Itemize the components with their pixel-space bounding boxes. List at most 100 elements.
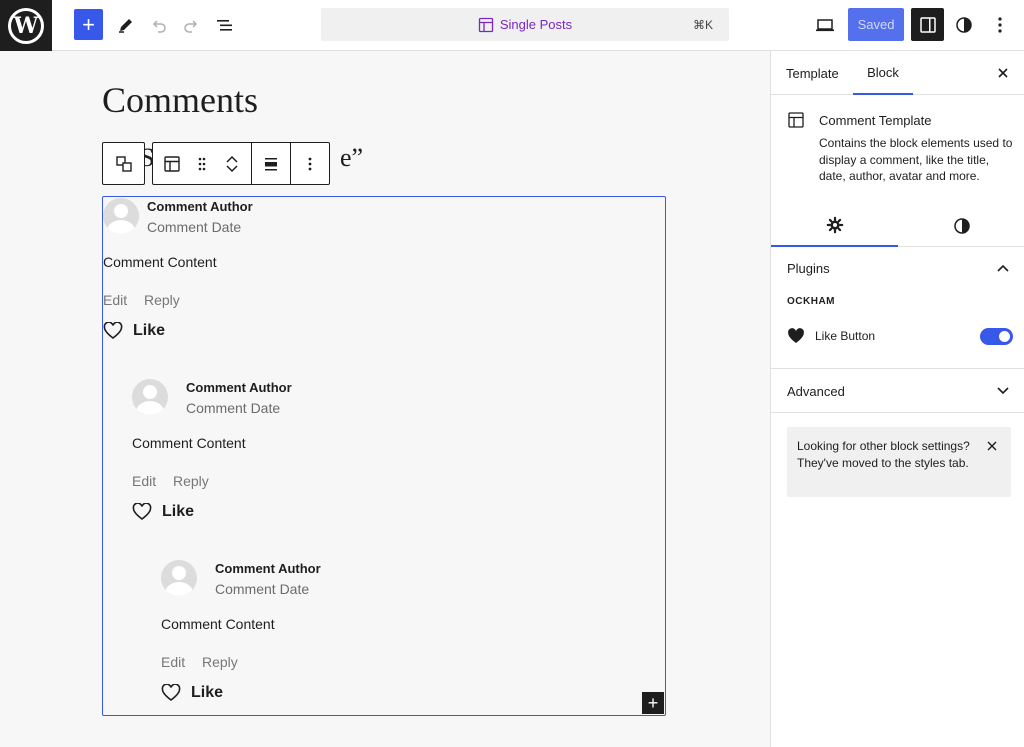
chevron-down-icon[interactable] <box>995 383 1011 399</box>
editor-canvas[interactable]: Comments S e” Comment Author Comment Dat… <box>0 51 770 747</box>
comment-date[interactable]: Comment Date <box>186 400 280 416</box>
avatar <box>161 560 197 596</box>
layout-icon <box>164 155 180 172</box>
like-button[interactable]: Like <box>103 322 165 340</box>
like-button-setting-label: Like Button <box>815 329 876 343</box>
wordpress-logo-icon: W <box>8 7 44 44</box>
notice-text: Looking for other block settings? They'v… <box>797 439 970 470</box>
comment-item: Comment Author Comment Date Comment Cont… <box>132 379 652 529</box>
comment-date[interactable]: Comment Date <box>147 219 241 235</box>
heart-outline-icon <box>132 503 152 521</box>
move-down-icon[interactable] <box>225 164 239 174</box>
block-options-button[interactable] <box>299 149 321 179</box>
list-view-button[interactable] <box>211 9 239 40</box>
comment-item: Comment Author Comment Date Comment Cont… <box>161 560 641 710</box>
block-toolbar-group-align <box>252 143 291 184</box>
options-menu-button[interactable] <box>986 9 1014 40</box>
document-title-command-bar[interactable]: Single Posts ⌘K <box>321 8 729 41</box>
preview-button[interactable] <box>811 9 839 40</box>
plugins-panel-title[interactable]: Plugins <box>787 261 830 276</box>
comments-heading[interactable]: Comments <box>102 79 258 121</box>
tab-template[interactable]: Template <box>786 51 839 95</box>
undo-button[interactable] <box>145 9 173 40</box>
avatar <box>103 198 139 234</box>
comments-title-right: e” <box>340 143 364 172</box>
plus-icon: + <box>647 693 659 713</box>
chevron-up-icon[interactable] <box>995 260 1011 276</box>
sidebar-toggle-icon <box>919 16 936 33</box>
block-toolbar <box>102 142 330 185</box>
layout-icon <box>787 111 805 134</box>
comment-edit-link[interactable]: Edit <box>103 292 127 308</box>
like-button[interactable]: Like <box>161 684 223 702</box>
block-toolbar-group-options <box>291 143 329 184</box>
settings-sidebar-toggle[interactable] <box>911 8 944 41</box>
comment-author[interactable]: Comment Author <box>186 380 292 395</box>
block-type-button[interactable] <box>161 149 183 179</box>
comment-edit-link[interactable]: Edit <box>161 654 185 670</box>
block-movers <box>221 149 243 179</box>
tools-button[interactable] <box>112 9 140 40</box>
undo-icon <box>152 19 166 33</box>
comment-content[interactable]: Comment Content <box>132 435 246 451</box>
comment-item: Comment Author Comment Date Comment Cont… <box>103 198 663 348</box>
like-button-toggle[interactable] <box>980 328 1013 345</box>
comment-date[interactable]: Comment Date <box>215 581 309 597</box>
like-label: Like <box>162 503 195 520</box>
close-sidebar-button[interactable] <box>993 63 1013 83</box>
comment-author[interactable]: Comment Author <box>215 561 321 576</box>
block-card-title: Comment Template <box>819 113 932 128</box>
comment-reply-link[interactable]: Reply <box>173 473 209 489</box>
inspector-tabs <box>771 205 1024 247</box>
redo-button[interactable] <box>177 9 205 40</box>
advanced-panel-title[interactable]: Advanced <box>787 384 845 399</box>
desktop-preview-icon <box>816 18 834 31</box>
styles-moved-notice: Looking for other block settings? They'v… <box>787 427 1011 497</box>
dismiss-notice-button[interactable] <box>985 439 999 453</box>
document-title: Single Posts <box>499 17 573 32</box>
drag-handle[interactable] <box>191 149 213 179</box>
toggle-knob <box>999 331 1010 342</box>
sidebar-tabs: Template Block <box>771 51 1024 95</box>
site-icon-button[interactable]: W <box>0 0 52 51</box>
avatar <box>132 379 168 415</box>
command-shortcut: ⌘K <box>692 17 713 32</box>
save-button[interactable]: Saved <box>848 8 904 41</box>
block-toolbar-main <box>152 142 330 185</box>
align-button[interactable] <box>260 149 282 179</box>
more-vertical-icon <box>998 16 1002 33</box>
comment-reply-link[interactable]: Reply <box>144 292 180 308</box>
comment-author[interactable]: Comment Author <box>147 199 253 214</box>
block-appender-button[interactable]: + <box>642 692 664 714</box>
half-circle-styles-icon <box>956 16 972 33</box>
comment-content[interactable]: Comment Content <box>103 254 217 270</box>
comment-edit-link[interactable]: Edit <box>132 473 156 489</box>
heart-outline-icon <box>161 684 181 702</box>
close-icon <box>987 441 997 451</box>
select-parent-block-button[interactable] <box>102 142 145 185</box>
list-view-icon <box>217 19 232 31</box>
tab-block[interactable]: Block <box>853 51 913 95</box>
align-wide-icon <box>265 157 277 170</box>
tab-settings[interactable] <box>771 205 898 247</box>
heart-filled-icon <box>788 328 804 343</box>
move-up-icon[interactable] <box>225 154 239 164</box>
ockham-section-label: OCKHAM <box>787 296 835 307</box>
redo-icon <box>184 19 198 33</box>
styles-button[interactable] <box>950 9 978 40</box>
parent-block-icon <box>115 155 132 172</box>
comment-template-block[interactable]: Comment Author Comment Date Comment Cont… <box>102 196 666 716</box>
block-card-description: Contains the block elements used to disp… <box>819 136 1013 183</box>
more-vertical-icon <box>308 157 312 170</box>
tab-styles[interactable] <box>898 205 1024 247</box>
pencil-icon <box>119 18 132 33</box>
comment-reply-link[interactable]: Reply <box>202 654 238 670</box>
like-button[interactable]: Like <box>132 503 194 521</box>
advanced-panel: Advanced <box>771 369 1024 413</box>
block-toolbar-group-block <box>153 143 252 184</box>
template-icon <box>478 17 494 33</box>
comment-content[interactable]: Comment Content <box>161 616 275 632</box>
like-button-setting: Like Button <box>787 326 1013 346</box>
drag-handle-icon <box>198 157 206 170</box>
block-inserter-toggle[interactable]: + <box>74 9 103 40</box>
